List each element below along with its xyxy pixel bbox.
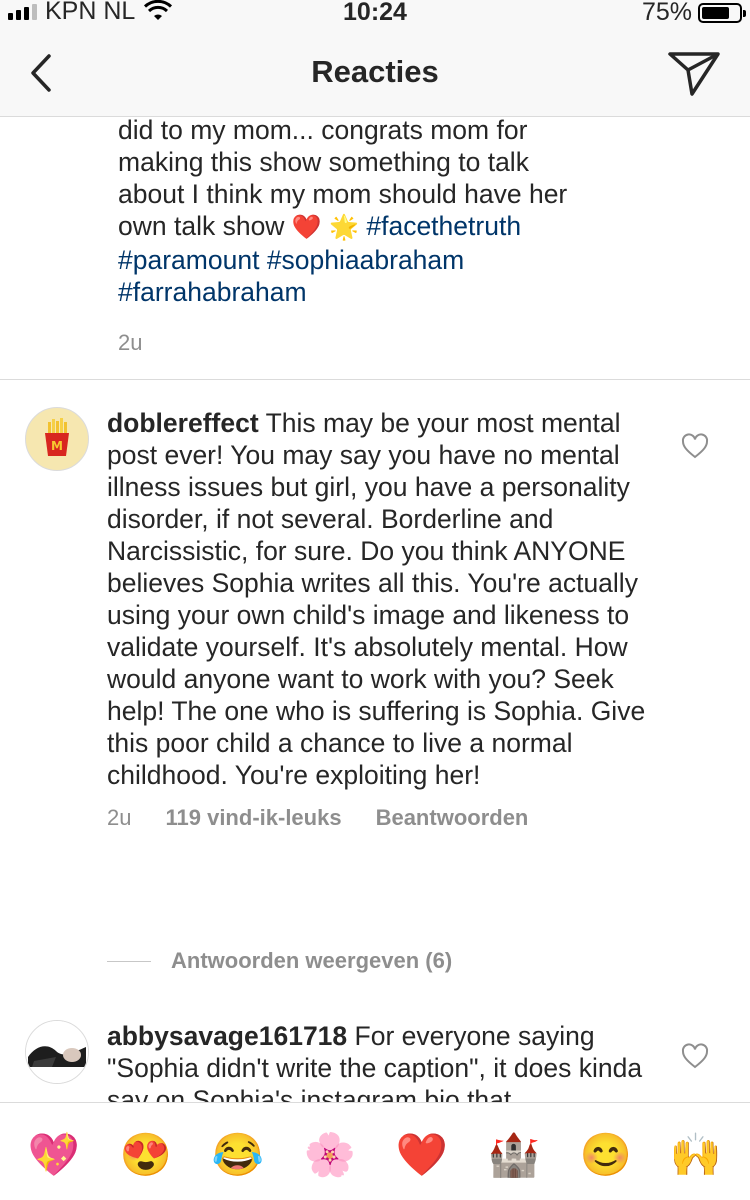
like-heart-icon[interactable]	[681, 1043, 709, 1069]
cherry-blossom-emoji-button[interactable]: 🌸	[304, 1131, 356, 1179]
avatar[interactable]: M	[25, 407, 89, 471]
comment-text: abbysavage161718 For everyone saying "So…	[107, 1020, 647, 1102]
comment-item: abbysavage161718 For everyone saying "So…	[107, 1020, 647, 1102]
status-bar: KPN NL 10:24 75%	[0, 0, 750, 40]
comment-username[interactable]: abbysavage161718	[107, 1021, 347, 1051]
view-replies-button[interactable]: Antwoorden weergeven (6)	[171, 948, 452, 974]
comment-item: did to my mom... congrats mom for making…	[118, 117, 638, 356]
status-right: 75%	[641, 0, 746, 27]
paper-plane-icon[interactable]	[666, 48, 722, 100]
red-heart-emoji: ❤️	[291, 214, 322, 241]
raising-hands-emoji-button[interactable]: 🙌	[670, 1131, 722, 1179]
hashtag-link[interactable]: #paramount	[118, 245, 259, 275]
comment-text: doblereffect This may be your most menta…	[107, 407, 647, 791]
comment-time: 2u	[118, 330, 143, 355]
comment-username[interactable]: doblereffect	[107, 408, 259, 438]
red-heart-emoji-button[interactable]: ❤️	[396, 1131, 448, 1179]
hashtag-link[interactable]: #farrahabraham	[118, 277, 307, 307]
avatar[interactable]	[25, 1020, 89, 1084]
page-title: Reacties	[311, 54, 439, 89]
like-heart-icon[interactable]	[681, 433, 709, 459]
emoji-quick-bar: 💖 😍 😂 🌸 ❤️ 🏰 😊 🙌	[0, 1102, 750, 1200]
replies-line	[107, 960, 151, 962]
likes-count[interactable]: 119 vind-ik-leuks	[165, 805, 341, 831]
comments-list[interactable]: did to my mom... congrats mom for making…	[0, 117, 750, 1102]
photo-avatar-icon	[26, 1021, 88, 1083]
battery-percent: 75%	[641, 0, 692, 26]
comment-meta: 2u 119 vind-ik-leuks Beantwoorden	[107, 805, 647, 831]
comment-time: 2u	[107, 805, 132, 830]
svg-text:M: M	[51, 439, 63, 453]
comment-meta: 2u	[118, 330, 638, 356]
view-replies-row[interactable]: Antwoorden weergeven (6)	[107, 947, 452, 975]
battery-icon	[698, 2, 746, 23]
comment-item: doblereffect This may be your most menta…	[107, 407, 647, 831]
reply-button[interactable]: Beantwoorden	[376, 805, 529, 831]
fries-avatar-icon: M	[45, 418, 69, 456]
status-time: 10:24	[343, 0, 407, 26]
divider	[0, 379, 750, 380]
smiling-face-emoji-button[interactable]: 😊	[580, 1131, 632, 1179]
sparkling-heart-emoji-button[interactable]: 💖	[28, 1131, 80, 1179]
comment-text: did to my mom... congrats mom for making…	[118, 117, 568, 307]
comment-body: This may be your most mental post ever! …	[107, 408, 646, 790]
castle-emoji-button[interactable]: 🏰	[488, 1131, 540, 1179]
glowing-star-emoji: 🌟	[329, 214, 359, 241]
tears-of-joy-emoji-button[interactable]: 😂	[212, 1131, 264, 1179]
nav-bar: Reacties	[0, 40, 750, 117]
hashtag-link[interactable]: #sophiaabraham	[267, 245, 464, 275]
heart-eyes-emoji-button[interactable]: 😍	[120, 1131, 172, 1179]
hashtag-link[interactable]: #facethetruth	[366, 211, 521, 241]
